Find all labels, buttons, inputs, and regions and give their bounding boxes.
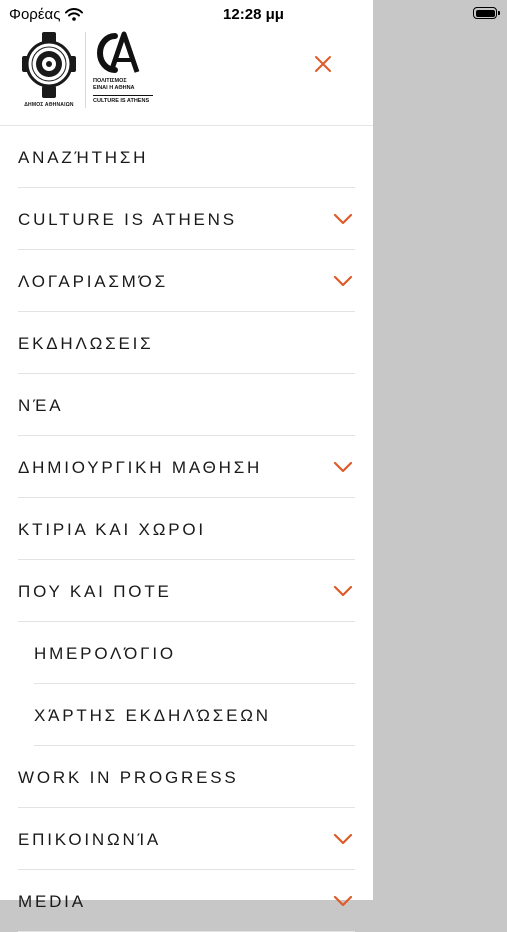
menu-item-buildings-and-spaces[interactable]: ΚΤΙΡΙΑ ΚΑΙ ΧΩΡΟΙ xyxy=(0,498,373,560)
wordmark-line-1: ΠΟΛΙΤΙΣΜΟΣ xyxy=(93,78,127,84)
menu-item-label: ΧΆΡΤΗΣ ΕΚΔΗΛΏΣΕΩΝ xyxy=(34,706,271,725)
menu-item-label: ΗΜΕΡΟΛΌΓΙΟ xyxy=(34,644,176,663)
menu-item-contact[interactable]: ΕΠΙΚΟΙΝΩΝΊΑ xyxy=(0,808,373,870)
municipality-seal-logo xyxy=(22,32,76,98)
menu-item-label: ΕΚΔΗΛΩΣΕΙΣ xyxy=(18,334,154,353)
chevron-down-icon[interactable] xyxy=(333,895,353,907)
status-bar: Φορέας 12:28 μμ xyxy=(0,0,507,28)
menu-item-news[interactable]: ΝΈΑ xyxy=(0,374,373,436)
menu-item-search[interactable]: ΑΝΑΖΉΤΗΣΗ xyxy=(0,126,373,188)
menu-item-events[interactable]: ΕΚΔΗΛΩΣΕΙΣ xyxy=(0,312,373,374)
menu-item-label: CULTURE IS ATHENS xyxy=(18,210,237,229)
menu-item-label: ΑΝΑΖΉΤΗΣΗ xyxy=(18,148,149,167)
wordmark-line-2: ΕΙΝΑΙ Η ΑΘΗΝΑ xyxy=(93,85,135,91)
drawer-header: ΔΗΜΟΣ ΑΘΗΝΑΙΩΝ ΠΟΛΙΤΙΣΜΟΣ ΕΙΝΑΙ Η ΑΘΗΝΑ … xyxy=(0,28,373,126)
close-menu-button[interactable] xyxy=(307,48,339,80)
menu-item-label: ΠΟΥ ΚΑΙ ΠΟΤΕ xyxy=(18,582,172,601)
menu-item-account[interactable]: ΛΟΓΑΡΙΑΣΜΌΣ xyxy=(0,250,373,312)
menu-item-label: WORK IN PROGRESS xyxy=(18,768,239,787)
municipality-caption: ΔΗΜΟΣ ΑΘΗΝΑΙΩΝ xyxy=(24,102,74,108)
navigation-drawer: Φορέας 12:28 μμ ΔΗΜΟΣ ΑΘΗΝΑΙΩΝ ΠΟΛΙΤΙΣΜΟ… xyxy=(0,0,373,932)
status-time: 12:28 μμ xyxy=(223,6,284,23)
menu-item-label: ΝΈΑ xyxy=(18,396,64,415)
submenu-item-events-map[interactable]: ΧΆΡΤΗΣ ΕΚΔΗΛΏΣΕΩΝ xyxy=(0,684,373,746)
menu-item-work-in-progress[interactable]: WORK IN PROGRESS xyxy=(0,746,373,808)
menu-item-label: ΚΤΙΡΙΑ ΚΑΙ ΧΩΡΟΙ xyxy=(18,520,206,539)
chevron-down-icon[interactable] xyxy=(333,585,353,597)
menu-item-creative-learning[interactable]: ΔΗΜΙΟΥΡΓΙΚΗ ΜΑΘΗΣΗ xyxy=(0,436,373,498)
logo-divider xyxy=(85,32,86,108)
chevron-down-icon[interactable] xyxy=(333,833,353,845)
menu-list: ΑΝΑΖΉΤΗΣΗ CULTURE IS ATHENS ΛΟΓΑΡΙΑΣΜΌΣ … xyxy=(0,126,373,932)
culture-athens-wordmark: ΠΟΛΙΤΙΣΜΟΣ ΕΙΝΑΙ Η ΑΘΗΝΑ CULTURE IS ATHE… xyxy=(93,78,153,105)
culture-athens-logo-mark xyxy=(97,31,140,73)
submenu-item-calendar[interactable]: ΗΜΕΡΟΛΌΓΙΟ xyxy=(0,622,373,684)
wordmark-line-3: CULTURE IS ATHENS xyxy=(93,95,153,105)
menu-item-where-and-when[interactable]: ΠΟΥ ΚΑΙ ΠΟΤΕ xyxy=(0,560,373,622)
battery-icon xyxy=(473,7,500,19)
menu-item-label: MEDIA xyxy=(18,892,86,911)
chevron-down-icon[interactable] xyxy=(333,213,353,225)
menu-item-label: ΕΠΙΚΟΙΝΩΝΊΑ xyxy=(18,830,162,849)
chevron-down-icon[interactable] xyxy=(333,275,353,287)
menu-item-culture-is-athens[interactable]: CULTURE IS ATHENS xyxy=(0,188,373,250)
menu-item-label: ΔΗΜΙΟΥΡΓΙΚΗ ΜΑΘΗΣΗ xyxy=(18,458,263,477)
menu-item-label: ΛΟΓΑΡΙΑΣΜΌΣ xyxy=(18,272,168,291)
close-icon xyxy=(315,56,331,72)
chevron-down-icon[interactable] xyxy=(333,461,353,473)
menu-item-media[interactable]: MEDIA xyxy=(0,870,373,932)
